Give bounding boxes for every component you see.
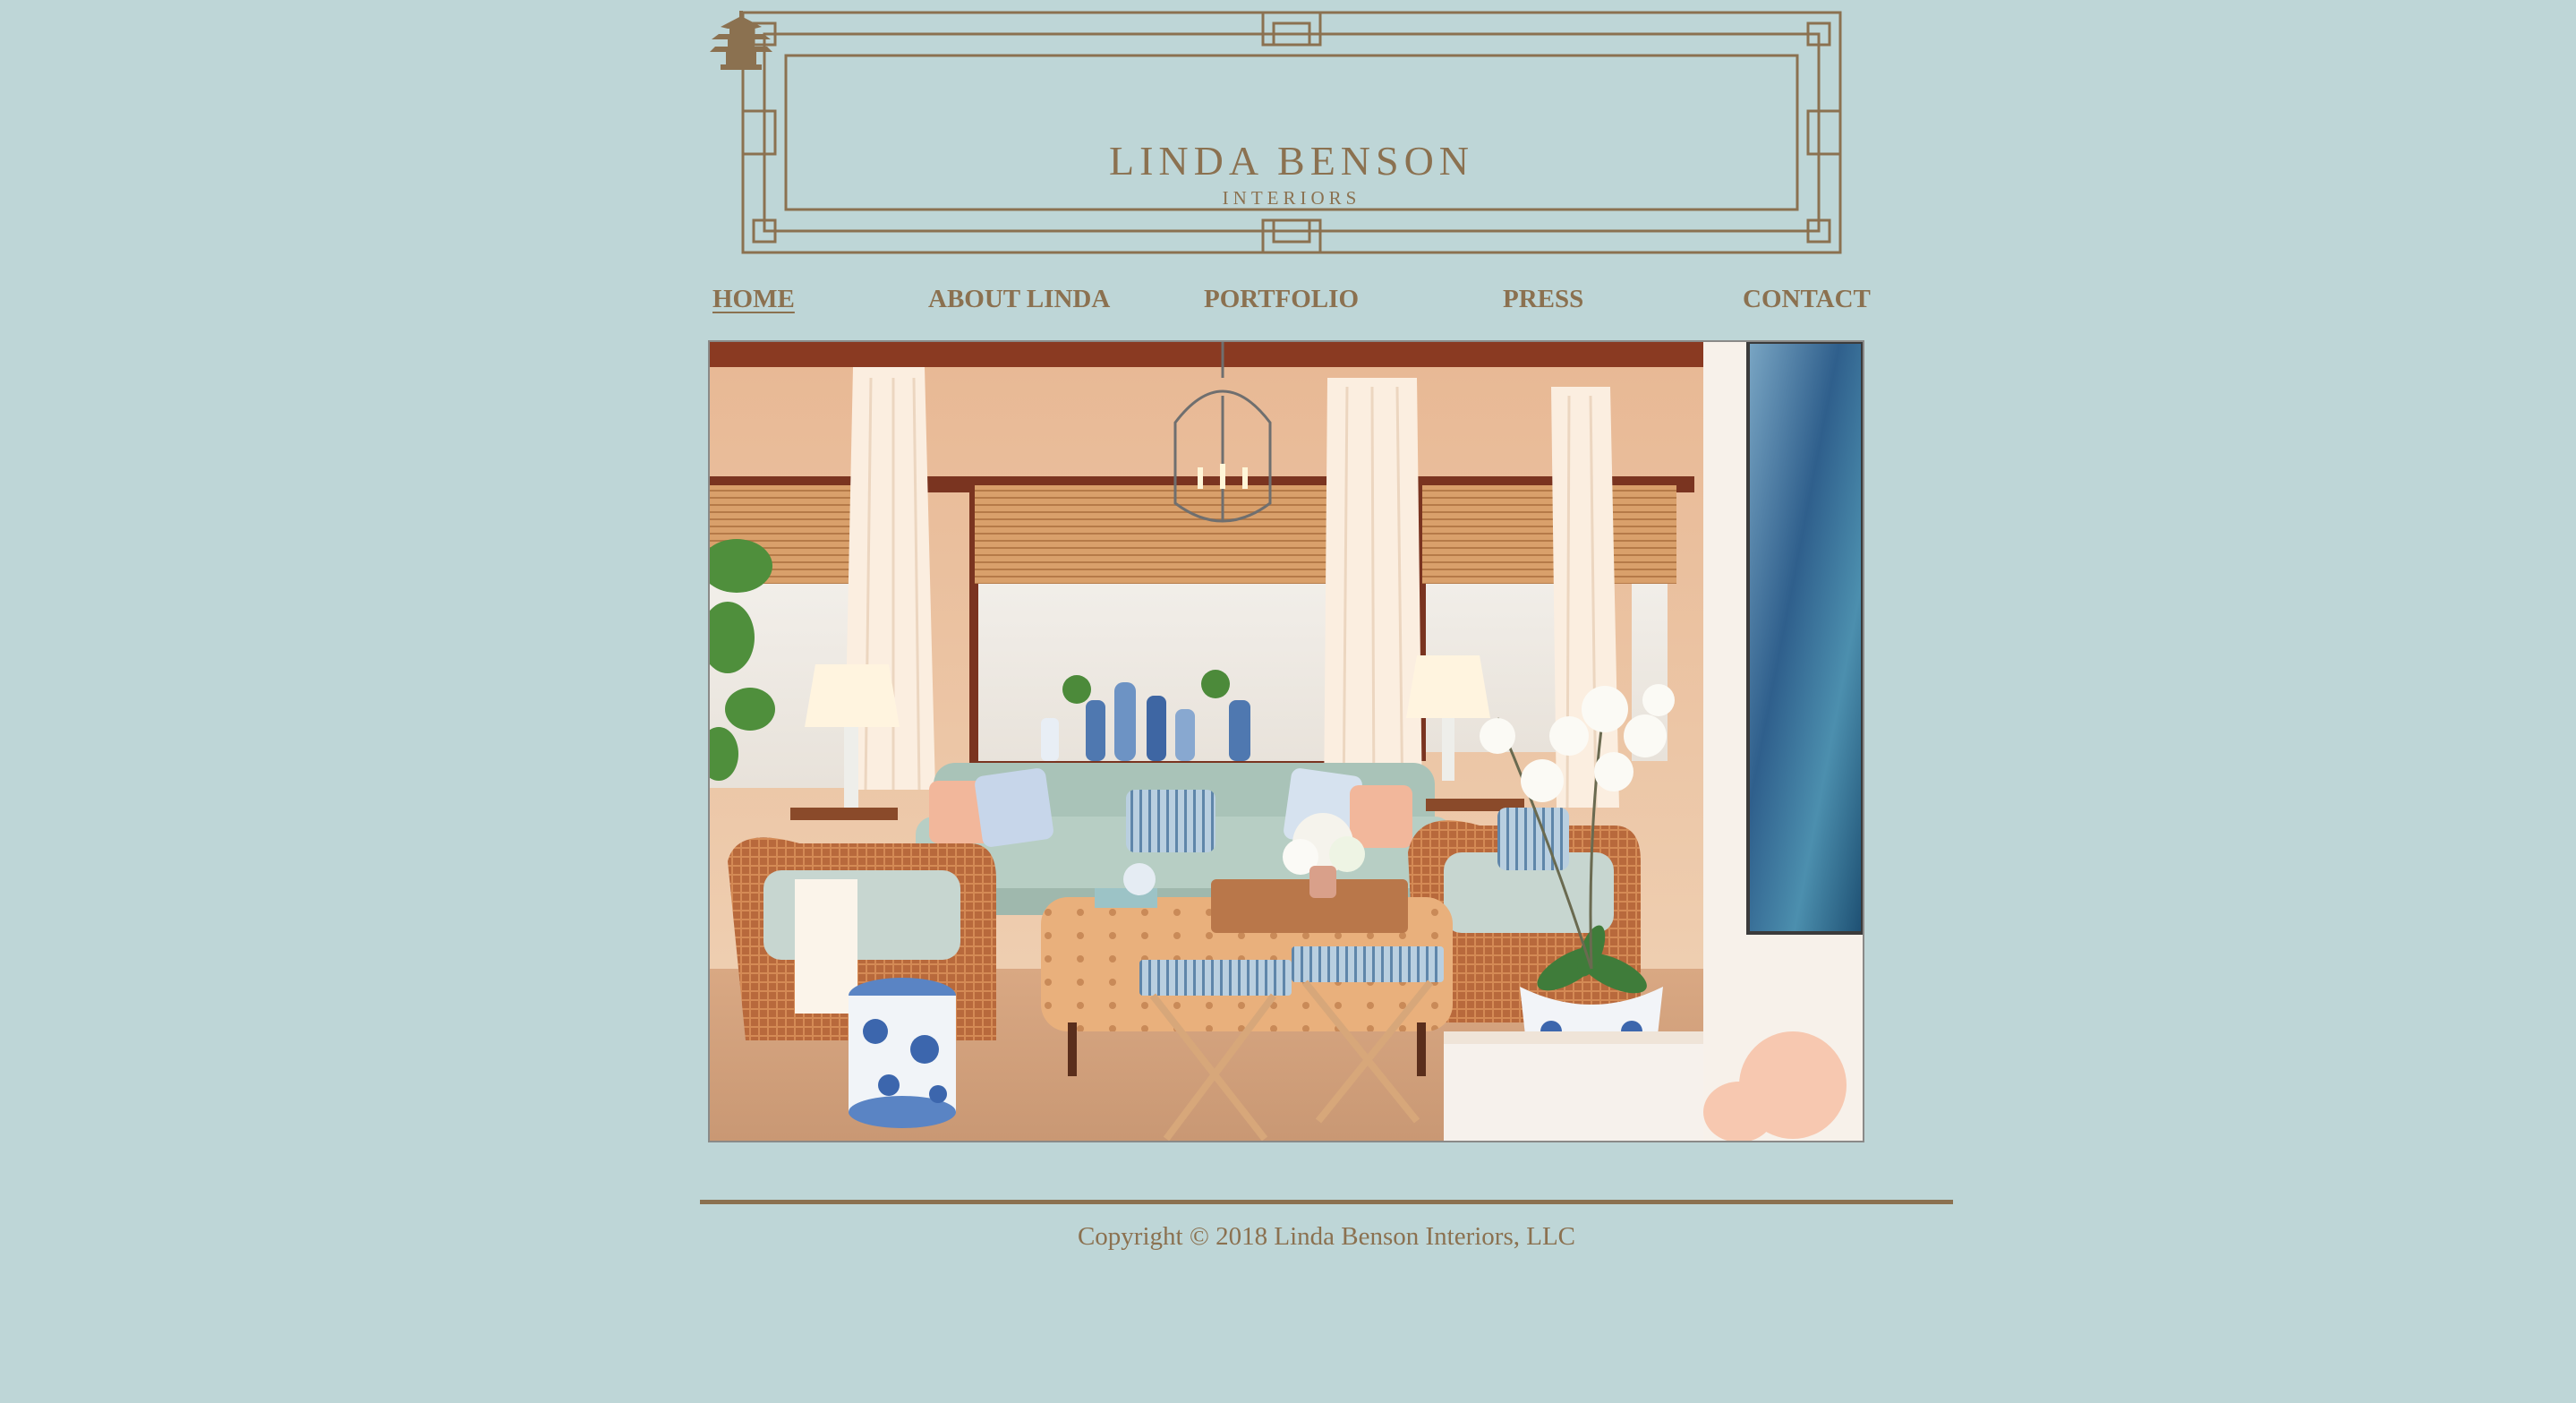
nav-portfolio-link[interactable]: PORTFOLIO — [1204, 279, 1359, 319]
main-nav: HOME ABOUT LINDA PORTFOLIO PRESS CONTACT — [0, 279, 2576, 319]
footer-divider — [700, 1200, 1953, 1204]
hero-image — [708, 340, 1864, 1142]
brand-name: LINDA BENSON — [1108, 138, 1475, 184]
nav-home-link[interactable]: HOME — [712, 279, 795, 319]
nav-about-link[interactable]: ABOUT LINDA — [928, 279, 1110, 319]
site-logo[interactable]: LINDA BENSON INTERIORS — [710, 11, 1842, 254]
brand-tagline: INTERIORS — [1222, 187, 1361, 209]
pagoda-icon — [710, 11, 772, 70]
copyright-text: Copyright © 2018 Linda Benson Interiors,… — [1077, 1222, 1576, 1251]
fretwork-frame — [741, 11, 1842, 254]
page: LINDA BENSON INTERIORS HOME ABOUT LINDA … — [0, 0, 2576, 1403]
nav-contact-link[interactable]: CONTACT — [1743, 279, 1871, 319]
nav-press-link[interactable]: PRESS — [1503, 279, 1583, 319]
